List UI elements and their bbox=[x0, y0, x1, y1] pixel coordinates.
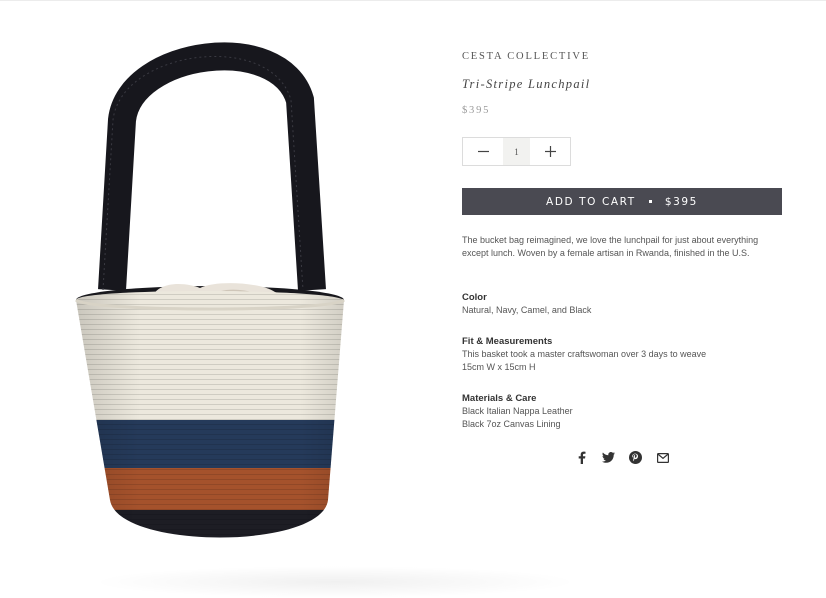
product-title: Tri-Stripe Lunchpail bbox=[462, 77, 591, 91]
fit-text-line: This basket took a master craftswoman ov… bbox=[462, 349, 707, 359]
color-section: Color Natural, Navy, Camel, and Black bbox=[462, 291, 782, 317]
quantity-decrease-button[interactable] bbox=[463, 138, 503, 165]
fit-title: Fit & Measurements bbox=[462, 336, 553, 347]
materials-title: Materials & Care bbox=[462, 393, 537, 404]
pinterest-icon[interactable] bbox=[629, 451, 642, 464]
product-vendor[interactable]: CESTA COLLECTIVE bbox=[462, 51, 590, 62]
add-to-cart-price: $395 bbox=[664, 195, 698, 208]
color-title: Color bbox=[462, 292, 487, 303]
add-to-cart-label: ADD TO CART bbox=[546, 195, 636, 208]
product-description: The bucket bag reimagined, we love the l… bbox=[462, 235, 759, 258]
fit-text-line: 15cm W x 15cm H bbox=[462, 362, 536, 372]
facebook-icon[interactable] bbox=[575, 451, 588, 464]
twitter-icon[interactable] bbox=[602, 451, 615, 464]
minus-icon bbox=[477, 150, 489, 153]
fit-section: Fit & Measurements This basket took a ma… bbox=[462, 335, 782, 374]
color-text: Natural, Navy, Camel, and Black bbox=[462, 305, 592, 315]
materials-text-line: Black 7oz Canvas Lining bbox=[462, 419, 561, 429]
quantity-stepper: 1 bbox=[462, 137, 571, 166]
email-icon[interactable] bbox=[656, 451, 669, 464]
share-buttons bbox=[575, 451, 669, 464]
plus-icon bbox=[544, 146, 556, 157]
materials-section: Materials & Care Black Italian Nappa Lea… bbox=[462, 392, 782, 431]
top-divider bbox=[0, 0, 826, 1]
quantity-increase-button[interactable] bbox=[530, 138, 570, 165]
add-to-cart-button[interactable]: ADD TO CART $395 bbox=[462, 188, 782, 215]
quantity-input[interactable]: 1 bbox=[503, 138, 530, 165]
product-image[interactable] bbox=[60, 30, 380, 598]
product-price: $395 bbox=[462, 105, 491, 116]
separator-dot bbox=[648, 200, 652, 203]
materials-text-line: Black Italian Nappa Leather bbox=[462, 406, 573, 416]
image-shadow bbox=[90, 566, 580, 598]
